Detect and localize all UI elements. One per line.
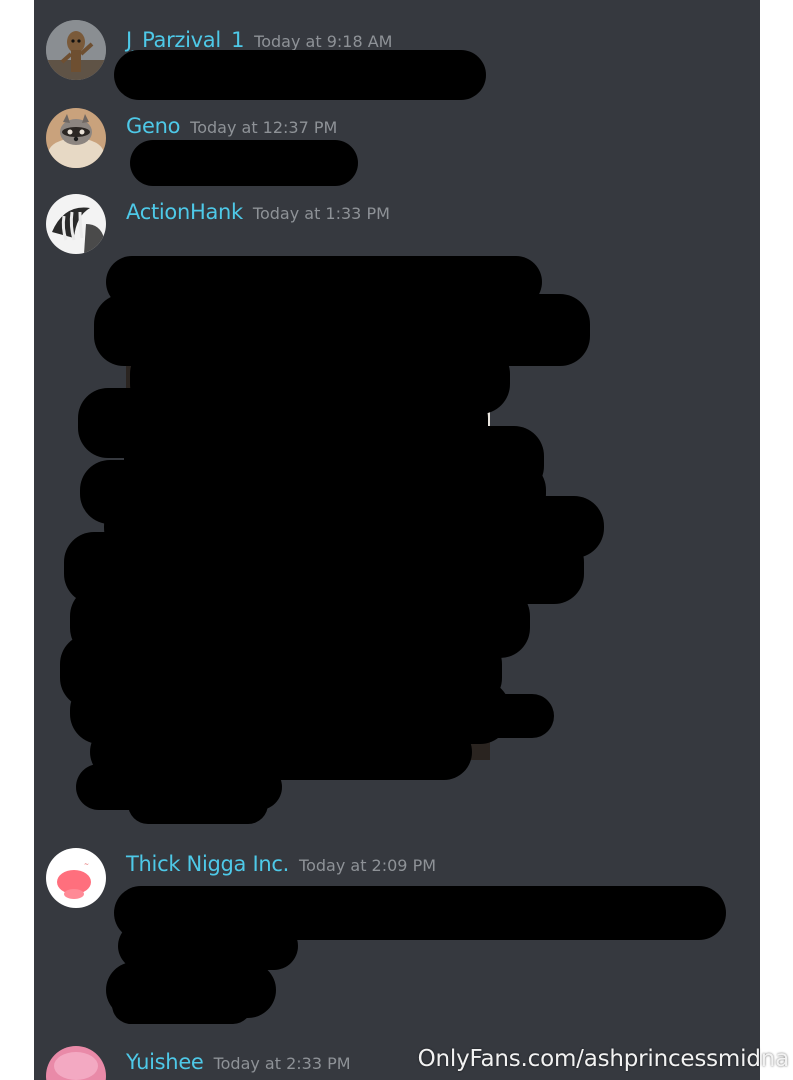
timestamp: Today at 12:37 PM xyxy=(190,118,338,137)
username[interactable]: Thick Nigga Inc. xyxy=(126,852,289,876)
watermark: OnlyFans.com/ashprincessmidna xyxy=(417,1046,790,1072)
groot-avatar-icon[interactable] xyxy=(46,20,106,80)
username[interactable]: Yuishee xyxy=(126,1050,204,1074)
raccoon-avatar-icon[interactable] xyxy=(46,108,106,168)
username[interactable]: ActionHank xyxy=(126,200,243,224)
message-item: ActionHank Today at 1:33 PM xyxy=(34,194,760,834)
timestamp: Today at 2:09 PM xyxy=(299,856,437,875)
pink-blob-avatar-icon[interactable]: ~ xyxy=(46,848,106,908)
chat-message-list: J_Parzival_1 Today at 9:18 AM Geno Today… xyxy=(34,0,760,1080)
claw-avatar-icon[interactable] xyxy=(46,194,106,254)
message-item: ~ Thick Nigga Inc. Today at 2:09 PM xyxy=(34,846,760,1036)
timestamp: Today at 2:33 PM xyxy=(213,1054,351,1073)
username[interactable]: Geno xyxy=(126,114,180,138)
message-item: J_Parzival_1 Today at 9:18 AM xyxy=(34,20,760,110)
timestamp: Today at 1:33 PM xyxy=(252,204,390,223)
pink-hair-avatar-icon[interactable] xyxy=(46,1046,106,1080)
message-item: Geno Today at 12:37 PM xyxy=(34,108,760,188)
svg-text:~: ~ xyxy=(84,861,89,868)
username[interactable]: J_Parzival_1 xyxy=(126,28,244,52)
timestamp: Today at 9:18 AM xyxy=(254,32,393,51)
